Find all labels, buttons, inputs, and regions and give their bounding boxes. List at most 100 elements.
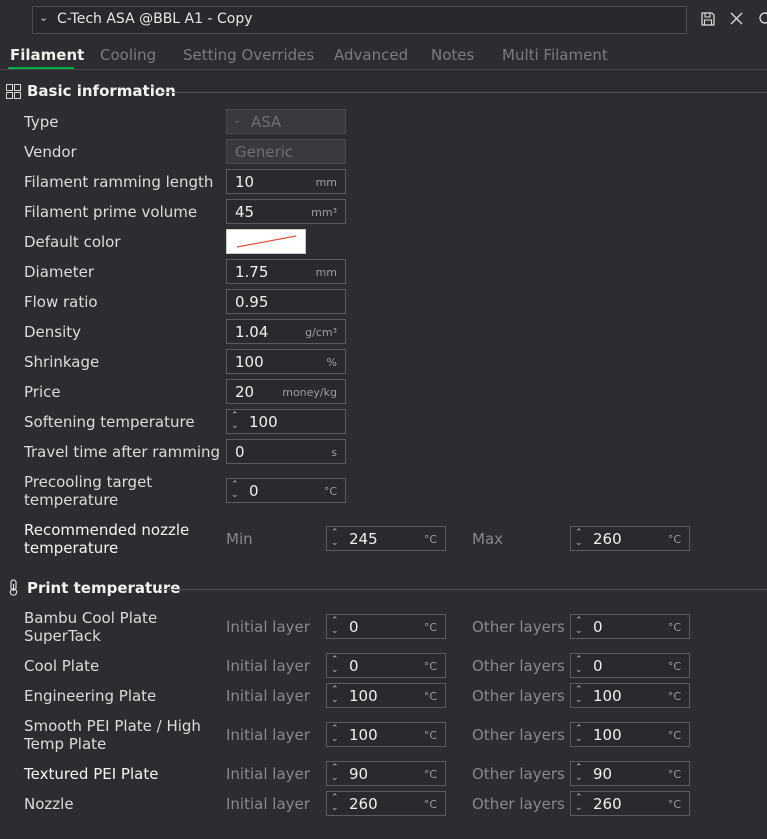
tab-advanced[interactable]: Advanced: [334, 46, 408, 64]
initial-layer-value: 100: [349, 687, 378, 705]
stepper-arrows-icon[interactable]: ⌃ ⌄: [331, 685, 339, 705]
nozzle-min-value: 245: [349, 530, 378, 548]
nozzle-max-value: 260: [593, 530, 622, 548]
other-layers-label: Other layers: [472, 795, 565, 813]
other-layers-stepper[interactable]: ⌃ ⌄ 0 °C: [570, 653, 690, 678]
stepper-arrows-icon[interactable]: ⌃ ⌄: [231, 480, 239, 500]
other-layers-label: Other layers: [472, 726, 565, 744]
stepper-arrows-icon[interactable]: ⌃ ⌄: [331, 655, 339, 675]
prime-volume-input[interactable]: 45 mm³: [226, 199, 346, 224]
section-title-basic: Basic information: [27, 82, 176, 100]
chevron-down-icon: ⌄: [39, 11, 49, 24]
initial-layer-stepper[interactable]: ⌃ ⌄ 100 °C: [326, 722, 446, 747]
price-input[interactable]: 20 money/kg: [226, 379, 346, 404]
plate-label: Engineering Plate: [24, 687, 157, 705]
section-divider: [160, 589, 767, 590]
stepper-arrows-icon[interactable]: ⌃ ⌄: [331, 763, 339, 783]
stepper-arrows-icon[interactable]: ⌃ ⌄: [575, 655, 583, 675]
initial-layer-label: Initial layer: [226, 765, 310, 783]
precooling-stepper[interactable]: ⌃ ⌄ 0 °C: [226, 478, 346, 503]
initial-layer-stepper[interactable]: ⌃ ⌄ 0 °C: [326, 653, 446, 678]
initial-layer-label: Initial layer: [226, 726, 310, 744]
flow-ratio-label: Flow ratio: [24, 293, 98, 311]
unit-label: °C: [423, 768, 437, 781]
softening-temp-stepper[interactable]: ⌃ ⌄ 100: [226, 409, 346, 434]
tab-filament[interactable]: Filament: [10, 46, 84, 64]
type-select[interactable]: ⌄ ASA: [226, 109, 346, 134]
initial-layer-value: 100: [349, 726, 378, 744]
save-icon[interactable]: [701, 12, 715, 30]
stepper-arrows-icon[interactable]: ⌃ ⌄: [575, 685, 583, 705]
unit-label: °C: [323, 485, 337, 498]
other-layers-label: Other layers: [472, 765, 565, 783]
other-layers-label: Other layers: [472, 657, 565, 675]
other-layers-stepper[interactable]: ⌃ ⌄ 260 °C: [570, 791, 690, 816]
diameter-input[interactable]: 1.75 mm: [226, 259, 346, 284]
stepper-arrows-icon[interactable]: ⌃ ⌄: [575, 763, 583, 783]
tab-setting-overrides[interactable]: Setting Overrides: [183, 46, 314, 64]
unit-label: money/kg: [282, 386, 337, 399]
tab-multi-filament[interactable]: Multi Filament: [502, 46, 608, 64]
other-layers-stepper[interactable]: ⌃ ⌄ 0 °C: [570, 614, 690, 639]
plate-label: Cool Plate: [24, 657, 100, 675]
shrinkage-input[interactable]: 100 %: [226, 349, 346, 374]
default-color-label: Default color: [24, 233, 121, 251]
unit-label: °C: [423, 533, 437, 546]
unit-label: °C: [667, 729, 681, 742]
close-icon[interactable]: [730, 12, 743, 29]
stepper-arrows-icon[interactable]: ⌃ ⌄: [331, 616, 339, 636]
tabs-divider: [0, 69, 767, 70]
other-layers-stepper[interactable]: ⌃ ⌄ 100 °C: [570, 683, 690, 708]
other-layers-stepper[interactable]: ⌃ ⌄ 90 °C: [570, 761, 690, 786]
unit-label: g/cm³: [305, 326, 337, 339]
tab-notes[interactable]: Notes: [431, 46, 474, 64]
max-label: Max: [472, 530, 504, 548]
tab-cooling[interactable]: Cooling: [100, 46, 156, 64]
grid-icon: [6, 84, 21, 103]
search-icon[interactable]: [757, 12, 767, 30]
density-label: Density: [24, 323, 82, 341]
vendor-label: Vendor: [24, 143, 77, 161]
ramming-length-label: Filament ramming length: [24, 173, 214, 191]
stepper-arrows-icon[interactable]: ⌃ ⌄: [331, 528, 339, 548]
nozzle-min-stepper[interactable]: ⌃ ⌄ 245 °C: [326, 526, 446, 551]
type-label: Type: [24, 113, 59, 131]
unit-label: mm: [315, 176, 337, 189]
unit-label: mm: [315, 266, 337, 279]
initial-layer-label: Initial layer: [226, 687, 310, 705]
other-layers-value: 100: [593, 687, 622, 705]
initial-layer-stepper[interactable]: ⌃ ⌄ 100 °C: [326, 683, 446, 708]
initial-layer-stepper[interactable]: ⌃ ⌄ 260 °C: [326, 791, 446, 816]
stepper-arrows-icon[interactable]: ⌃ ⌄: [575, 724, 583, 744]
density-input[interactable]: 1.04 g/cm³: [226, 319, 346, 344]
unit-label: s: [331, 446, 337, 459]
other-layers-stepper[interactable]: ⌃ ⌄ 100 °C: [570, 722, 690, 747]
flow-ratio-input[interactable]: 0.95: [226, 289, 346, 314]
initial-layer-stepper[interactable]: ⌃ ⌄ 0 °C: [326, 614, 446, 639]
initial-layer-label: Initial layer: [226, 618, 310, 636]
plate-label-line2: Temp Plate: [24, 735, 107, 753]
plate-label: Nozzle: [24, 795, 74, 813]
preset-selector[interactable]: ⌄ C-Tech ASA @BBL A1 - Copy: [32, 6, 687, 34]
nozzle-max-stepper[interactable]: ⌃ ⌄ 260 °C: [570, 526, 690, 551]
initial-layer-stepper[interactable]: ⌃ ⌄ 90 °C: [326, 761, 446, 786]
shrinkage-value: 100: [235, 353, 264, 371]
travel-time-label: Travel time after ramming: [24, 443, 221, 461]
unit-label: °C: [667, 621, 681, 634]
travel-time-input[interactable]: 0 s: [226, 439, 346, 464]
ramming-length-input[interactable]: 10 mm: [226, 169, 346, 194]
other-layers-value: 0: [593, 657, 603, 675]
precooling-label-line1: Precooling target: [24, 473, 153, 491]
stepper-arrows-icon[interactable]: ⌃ ⌄: [231, 411, 239, 431]
diameter-value: 1.75: [235, 263, 269, 281]
stepper-arrows-icon[interactable]: ⌃ ⌄: [331, 793, 339, 813]
prime-volume-label: Filament prime volume: [24, 203, 198, 221]
flow-ratio-value: 0.95: [235, 293, 269, 311]
unit-label: °C: [423, 621, 437, 634]
default-color-swatch[interactable]: [226, 229, 306, 254]
stepper-arrows-icon[interactable]: ⌃ ⌄: [575, 528, 583, 548]
stepper-arrows-icon[interactable]: ⌃ ⌄: [575, 793, 583, 813]
stepper-arrows-icon[interactable]: ⌃ ⌄: [575, 616, 583, 636]
stepper-arrows-icon[interactable]: ⌃ ⌄: [331, 724, 339, 744]
vendor-field[interactable]: Generic: [226, 139, 346, 164]
